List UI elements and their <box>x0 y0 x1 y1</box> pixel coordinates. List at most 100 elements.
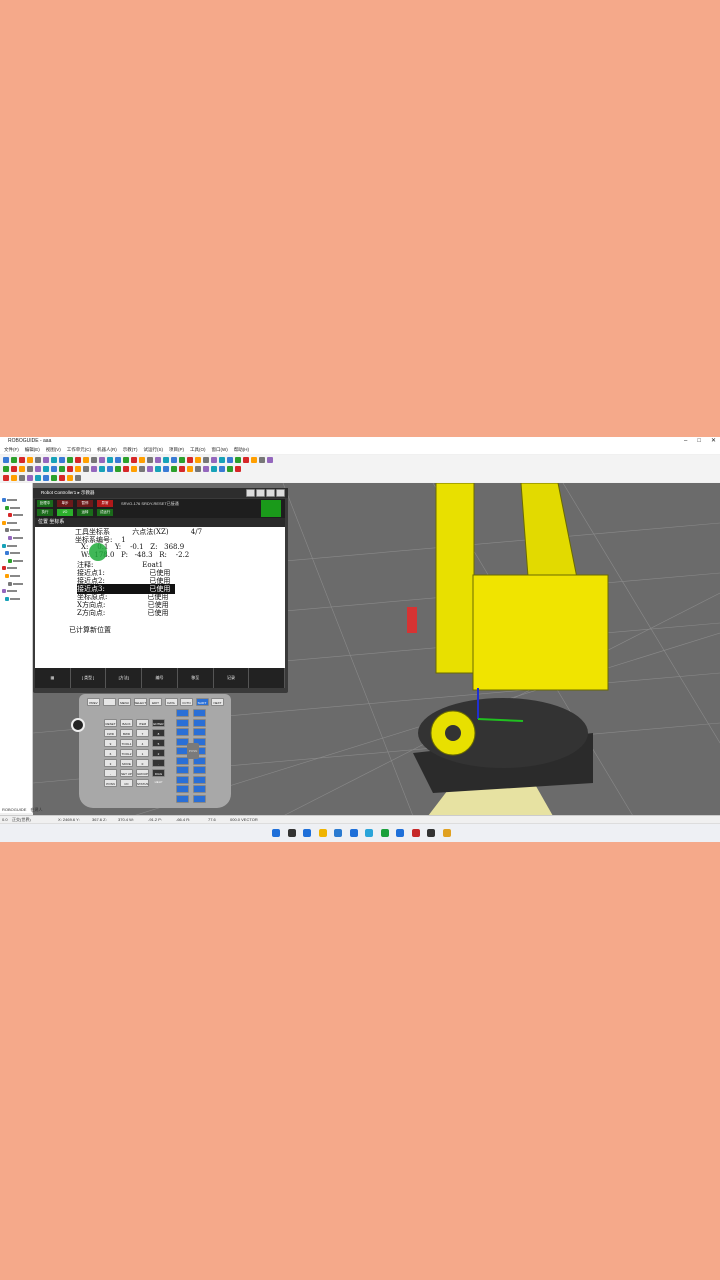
toolbar-tool-icon[interactable] <box>251 456 257 463</box>
toolbar-tool-icon[interactable] <box>147 456 153 463</box>
key-tool1[interactable]: TOOL1 <box>120 739 133 747</box>
toolbar-tool-icon[interactable] <box>155 465 161 472</box>
toolbar-tool-icon[interactable] <box>107 465 113 472</box>
toolbar-tool-icon[interactable] <box>3 474 9 481</box>
taskbar-app-icon[interactable] <box>365 829 373 837</box>
menu-test-run[interactable]: 试运行(S) <box>144 446 164 454</box>
toolbar-tool-icon[interactable] <box>115 465 121 472</box>
jog-key[interactable] <box>176 766 189 774</box>
toolbar-tool-icon[interactable] <box>171 456 177 463</box>
toolbar-tool-icon[interactable] <box>187 456 193 463</box>
toolbar-tool-icon[interactable] <box>211 465 217 472</box>
menu-cell[interactable]: 工作单元(C) <box>67 446 91 454</box>
key-move-menu[interactable]: MOVE MENU <box>120 759 133 774</box>
tree-node[interactable] <box>2 596 30 602</box>
key-1[interactable]: 1 <box>136 749 149 757</box>
menu-window[interactable]: 窗口(W) <box>212 446 228 454</box>
jog-key[interactable] <box>193 709 206 717</box>
f2-method[interactable]: [方法] <box>106 668 143 688</box>
key-reset[interactable]: RESET <box>104 719 117 727</box>
key-set-up[interactable]: SET UP <box>120 769 133 777</box>
toolbar-tool-icon[interactable] <box>259 456 265 463</box>
tree-node[interactable] <box>2 505 30 511</box>
toolbar-tool-icon[interactable] <box>19 474 25 481</box>
toolbar-tool-icon[interactable] <box>59 465 65 472</box>
toolbar-tool-icon[interactable] <box>67 456 73 463</box>
toolbar-tool-icon[interactable] <box>59 474 65 481</box>
key--[interactable]: - <box>104 769 117 777</box>
toolbar-tool-icon[interactable] <box>163 456 169 463</box>
key-enter[interactable]: ENTER <box>152 719 165 727</box>
toolbar-tool-icon[interactable] <box>27 465 33 472</box>
pendant-close-button[interactable] <box>276 489 285 497</box>
taskbar-app-icon[interactable] <box>427 829 435 837</box>
menu-view[interactable]: 视图(V) <box>46 446 61 454</box>
taskbar-app-icon[interactable] <box>442 829 451 837</box>
menu-help[interactable]: 帮助(H) <box>234 446 249 454</box>
menu-project[interactable]: 项目(P) <box>169 446 184 454</box>
key-shift[interactable]: SHIFT <box>195 698 209 706</box>
toolbar-tool-icon[interactable] <box>51 456 57 463</box>
toolbar-tool-icon[interactable] <box>243 456 249 463</box>
key-9[interactable]: 9 <box>104 739 117 747</box>
pendant-window-button[interactable] <box>266 489 275 497</box>
toolbar-tool-icon[interactable] <box>67 465 73 472</box>
jog-key[interactable] <box>176 794 189 803</box>
key-i/o[interactable]: I/O <box>120 779 133 787</box>
key-back-space[interactable]: BACK SPACE <box>120 719 133 734</box>
key-fwd[interactable]: FWD <box>104 729 117 737</box>
tree-node[interactable] <box>2 565 30 571</box>
key-group[interactable]: GROUP <box>136 769 149 777</box>
key-fctn[interactable]: FCTN <box>180 698 193 706</box>
jog-key[interactable] <box>193 775 206 784</box>
pendant-window-button[interactable] <box>246 489 255 497</box>
toolbar-tool-icon[interactable] <box>163 465 169 472</box>
toolbar-tool-icon[interactable] <box>139 465 145 472</box>
taskbar-app-icon[interactable] <box>334 829 342 837</box>
menu-tools[interactable]: 工具(O) <box>190 446 206 454</box>
jog-key[interactable] <box>176 785 189 793</box>
toolbar-tool-icon[interactable] <box>203 465 209 472</box>
jog-key[interactable] <box>176 718 189 727</box>
key-tool2[interactable]: TOOL2 <box>120 749 133 757</box>
toolbar-tool-icon[interactable] <box>91 465 97 472</box>
toolbar-tool-icon[interactable] <box>35 465 41 472</box>
tab-other[interactable]: 在建人 <box>30 807 42 814</box>
key-item[interactable]: ITEM <box>136 719 149 727</box>
taskbar-app-icon[interactable] <box>303 829 311 837</box>
toolbar-tool-icon[interactable] <box>267 456 273 463</box>
f3-number[interactable]: 编号 <box>142 668 178 688</box>
toolbar-tool-icon[interactable] <box>235 456 241 463</box>
key-edit[interactable]: EDIT <box>149 698 162 706</box>
menu-edit[interactable]: 编辑(E) <box>25 446 40 454</box>
toolbar-tool-icon[interactable] <box>59 456 65 463</box>
toolbar-tool-icon[interactable] <box>35 456 41 463</box>
key-blank[interactable] <box>102 698 116 706</box>
toolbar-tool-icon[interactable] <box>147 465 153 472</box>
toolbar-tool-icon[interactable] <box>171 465 177 472</box>
teach-enable-dial-icon[interactable] <box>71 718 85 732</box>
toolbar-tool-icon[interactable] <box>19 465 25 472</box>
toolbar-tool-icon[interactable] <box>3 456 9 463</box>
toolbar-tool-icon[interactable] <box>107 456 113 463</box>
tab-roboguide[interactable]: ROBOGUIDE <box>2 807 26 814</box>
toolbar-tool-icon[interactable] <box>227 465 233 472</box>
toolbar-tool-icon[interactable] <box>11 474 17 481</box>
toolbar-tool-icon[interactable] <box>35 474 41 481</box>
jog-key[interactable] <box>193 728 206 736</box>
toolbar-tool-icon[interactable] <box>83 456 89 463</box>
toolbar-tool-icon[interactable] <box>91 456 97 463</box>
jog-key[interactable] <box>176 709 189 717</box>
key-0[interactable]: 0 <box>136 759 149 767</box>
toolbar-tool-icon[interactable] <box>99 465 105 472</box>
toolbar-tool-icon[interactable] <box>179 456 185 463</box>
toolbar-tool-icon[interactable] <box>67 474 73 481</box>
tree-node[interactable] <box>2 520 30 526</box>
menu-robot[interactable]: 机器人(R) <box>97 446 117 454</box>
f4-move-to[interactable]: 移至 <box>178 668 214 688</box>
toolbar-tool-icon[interactable] <box>75 456 81 463</box>
toolbar-tool-icon[interactable] <box>219 456 225 463</box>
toolbar-tool-icon[interactable] <box>11 465 17 472</box>
toolbar-tool-icon[interactable] <box>187 465 193 472</box>
toolbar-tool-icon[interactable] <box>195 465 201 472</box>
